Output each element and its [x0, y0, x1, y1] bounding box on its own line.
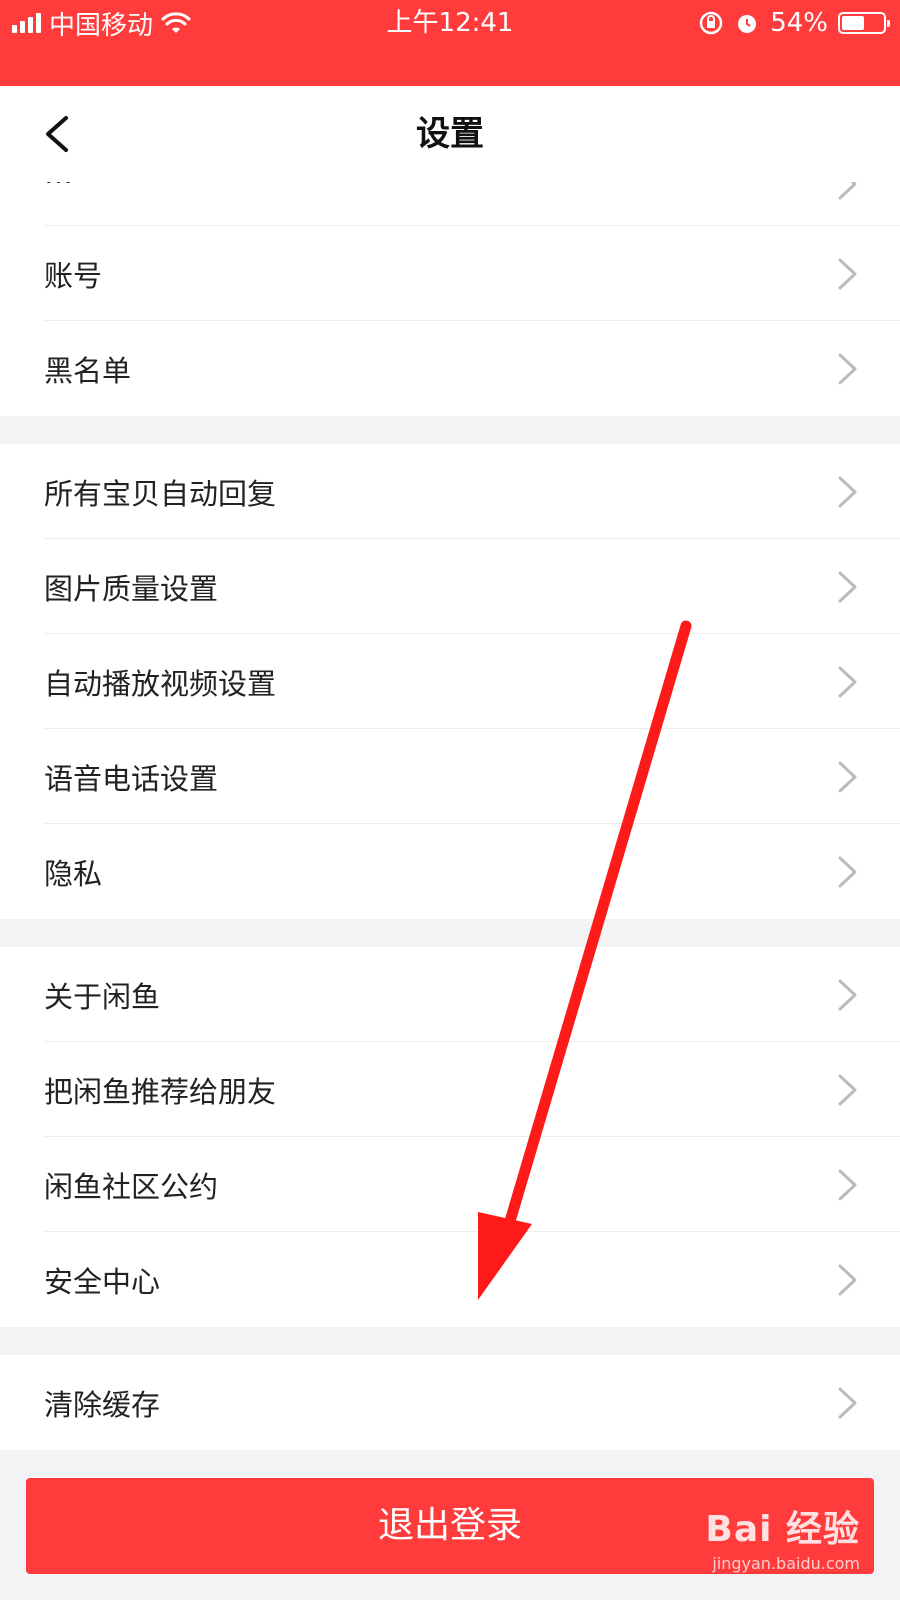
settings-row-label: 关于闲鱼	[44, 979, 161, 1014]
chevron-right-icon	[838, 571, 857, 603]
settings-row-security-center[interactable]: 安全中心	[0, 1232, 900, 1327]
section-gap	[0, 416, 900, 444]
settings-row-label: 自动播放视频设置	[44, 666, 277, 701]
settings-row-label: 安全中心	[44, 1264, 161, 1299]
settings-row-blacklist[interactable]: 黑名单	[0, 321, 900, 416]
settings-row-auto-reply[interactable]: 所有宝贝自动回复	[0, 444, 900, 539]
chevron-right-icon	[838, 1074, 857, 1106]
settings-row-privacy[interactable]: 隐私	[0, 824, 900, 919]
chevron-left-icon	[46, 116, 68, 152]
chevron-right-icon	[838, 258, 857, 290]
settings-row-label: 闲鱼社区公约	[44, 1169, 219, 1204]
settings-row-autoplay-video[interactable]: 自动播放视频设置	[0, 634, 900, 729]
status-bar: 中国移动 上午12:41 54%	[0, 0, 900, 86]
chevron-right-icon	[838, 353, 857, 385]
settings-group: 所有宝贝自动回复 图片质量设置 自动播放视频设置 语音电话设置 隐私	[0, 444, 900, 919]
alarm-icon	[738, 15, 757, 33]
section-gap	[0, 1327, 900, 1355]
settings-row-label: 账号	[44, 258, 103, 293]
status-right: 54%	[698, 6, 890, 40]
orientation-lock-icon	[699, 11, 723, 35]
settings-list: … 账号 黑名单 所有宝贝自动回复 图片质量设置 自动播放视频设置	[0, 182, 900, 1450]
chevron-right-icon	[838, 1264, 857, 1296]
settings-row-recommend[interactable]: 把闲鱼推荐给朋友	[0, 1042, 900, 1137]
settings-row-label: 图片质量设置	[44, 571, 219, 606]
chevron-right-icon	[838, 856, 857, 888]
settings-row-clear-cache[interactable]: 清除缓存	[0, 1355, 900, 1450]
settings-row-label: 所有宝贝自动回复	[44, 476, 277, 511]
baidu-watermark: Bai 经验 jingyan.baidu.com	[705, 1500, 860, 1573]
settings-row-image-quality[interactable]: 图片质量设置	[0, 539, 900, 634]
settings-group: … 账号 黑名单	[0, 182, 900, 416]
watermark-url: jingyan.baidu.com	[712, 1554, 860, 1573]
settings-row-label: 把闲鱼推荐给朋友	[44, 1074, 277, 1109]
settings-row-label: 黑名单	[44, 353, 132, 388]
chevron-right-icon	[838, 761, 857, 793]
chevron-right-icon	[838, 182, 857, 200]
settings-group: 清除缓存	[0, 1355, 900, 1450]
settings-row-voice-call[interactable]: 语音电话设置	[0, 729, 900, 824]
settings-row-label: 清除缓存	[44, 1387, 161, 1422]
settings-row-label: 语音电话设置	[44, 761, 219, 796]
chevron-right-icon	[838, 979, 857, 1011]
battery-icon	[838, 12, 890, 34]
chevron-right-icon	[838, 666, 857, 698]
settings-row-account[interactable]: 账号	[0, 226, 900, 321]
settings-row[interactable]: …	[0, 182, 900, 226]
back-button[interactable]	[30, 104, 90, 164]
settings-row-label: …	[0, 182, 73, 190]
chevron-right-icon	[838, 476, 857, 508]
settings-row-community-rules[interactable]: 闲鱼社区公约	[0, 1137, 900, 1232]
settings-row-about[interactable]: 关于闲鱼	[0, 947, 900, 1042]
nav-bar: 设置	[0, 86, 900, 182]
section-gap	[0, 919, 900, 947]
chevron-right-icon	[838, 1387, 857, 1419]
settings-row-label: 隐私	[44, 856, 103, 891]
page-title: 设置	[416, 114, 484, 154]
watermark-brand: Bai 经验	[705, 1509, 860, 1550]
chevron-right-icon	[838, 1169, 857, 1201]
settings-group: 关于闲鱼 把闲鱼推荐给朋友 闲鱼社区公约 安全中心	[0, 947, 900, 1327]
battery-percent: 54%	[770, 8, 828, 38]
